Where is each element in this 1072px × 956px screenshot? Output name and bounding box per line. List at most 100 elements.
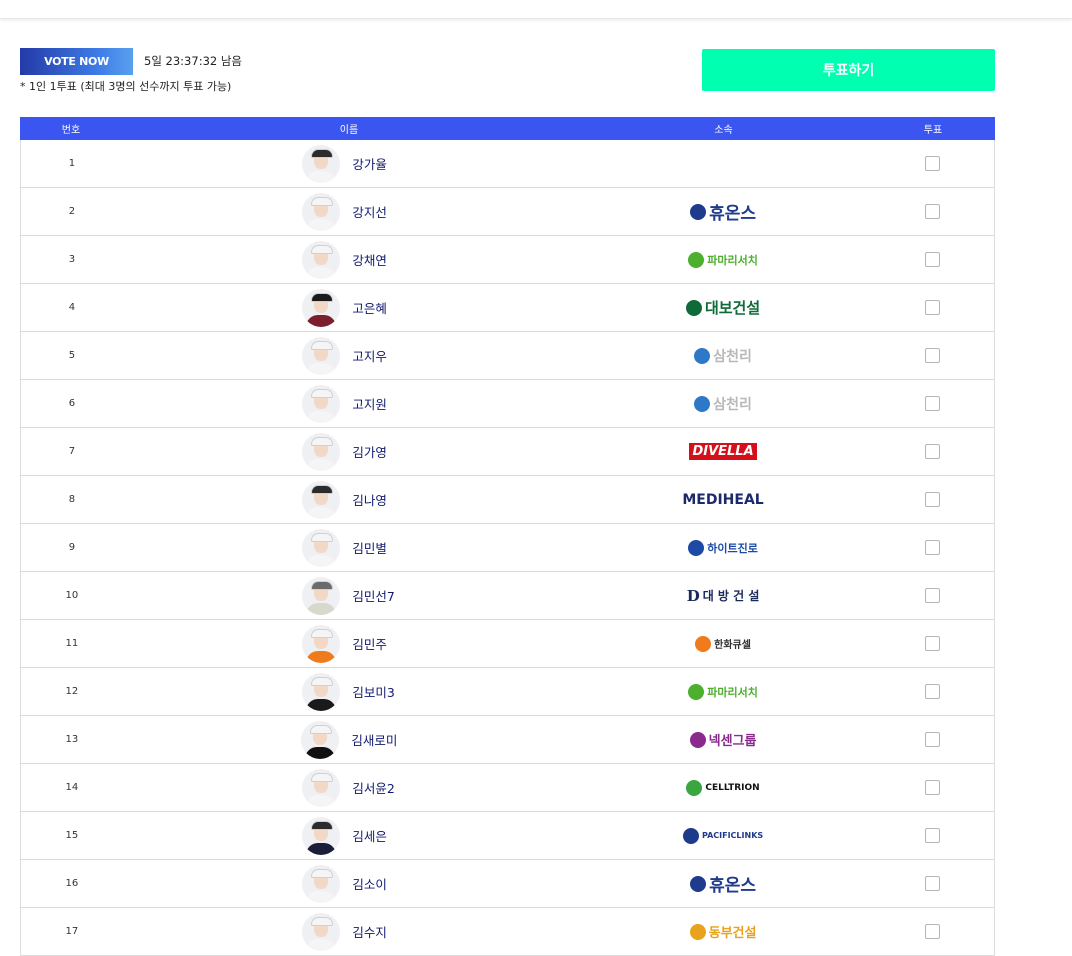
row-number: 8 — [68, 494, 76, 505]
top-bar — [0, 0, 1072, 19]
player-avatar-icon — [302, 144, 341, 183]
vote-checkbox[interactable] — [924, 156, 940, 171]
vote-checkbox[interactable] — [924, 780, 940, 795]
vote-checkbox[interactable] — [924, 828, 940, 843]
sponsor-name: PACIFICLINKS — [701, 831, 764, 840]
player-cell: 고지원 — [123, 384, 576, 423]
sponsor-logo: MEDIHEAL — [682, 492, 763, 508]
row-number: 11 — [65, 638, 79, 649]
vote-checkbox[interactable] — [924, 684, 940, 699]
sponsor-mark-icon — [688, 683, 705, 700]
table-body: 1 강가율 2 강지선 휴온스 3 강채연 파마리서치 4 고은혜 대보건설 5 고지우 삼천리 6 고지원 삼… — [20, 140, 995, 956]
sponsor-logo: 삼천리 — [694, 394, 752, 414]
sponsor-logo: 휴온스 — [690, 871, 756, 896]
player-name[interactable]: 김가영 — [352, 442, 396, 461]
player-name[interactable]: 김소이 — [352, 874, 396, 893]
vote-cell — [870, 396, 994, 411]
vote-cell — [870, 300, 994, 315]
player-avatar-icon — [302, 240, 341, 279]
sponsor-logo: PACIFICLINKS — [682, 827, 764, 844]
vote-checkbox[interactable] — [924, 348, 940, 363]
player-cell: 김서윤2 — [123, 768, 576, 807]
table-row: 17 김수지 동부건설 — [20, 908, 995, 956]
player-name[interactable]: 김나영 — [352, 490, 396, 509]
player-name[interactable]: 강지선 — [352, 202, 396, 221]
player-name[interactable]: 김보미3 — [352, 682, 396, 701]
vote-checkbox[interactable] — [924, 492, 940, 507]
table-header: 번호 이름 소속 투표 — [20, 117, 995, 140]
player-avatar-icon — [302, 624, 341, 663]
vote-checkbox[interactable] — [924, 876, 940, 891]
player-cell: 강가율 — [123, 144, 576, 183]
sponsor-logo: 휴온스 — [690, 199, 756, 224]
player-name[interactable]: 고은혜 — [352, 298, 396, 317]
row-number: 4 — [68, 302, 76, 313]
player-name[interactable]: 김민별 — [352, 538, 396, 557]
sponsor-name: 대 방 건 설 — [702, 589, 760, 603]
vote-checkbox[interactable] — [924, 204, 940, 219]
vote-cell — [870, 636, 994, 651]
vote-checkbox[interactable] — [924, 636, 940, 651]
player-cell: 김새로미 — [123, 720, 576, 759]
sponsor-logo: CELLTRION — [686, 779, 760, 796]
table-row: 13 김새로미 넥센그룹 — [20, 716, 995, 764]
vote-checkbox[interactable] — [924, 588, 940, 603]
affiliation-cell: 동부건설 — [576, 922, 870, 941]
vote-checkbox[interactable] — [924, 444, 940, 459]
player-cell: 김가영 — [123, 432, 576, 471]
affiliation-cell: MEDIHEAL — [576, 492, 870, 508]
player-name[interactable]: 고지원 — [352, 394, 396, 413]
player-name[interactable]: 김민주 — [352, 634, 396, 653]
vote-checkbox[interactable] — [924, 396, 940, 411]
sponsor-name: 휴온스 — [709, 204, 757, 224]
sponsor-letter-icon: D — [686, 586, 700, 605]
affiliation-cell: 파마리서치 — [576, 683, 870, 700]
vote-checkbox[interactable] — [924, 252, 940, 267]
player-cell: 김민선7 — [123, 576, 576, 615]
player-name[interactable]: 김수지 — [352, 922, 396, 941]
vote-checkbox[interactable] — [924, 540, 940, 555]
row-number: 10 — [65, 590, 79, 601]
player-cell: 김수지 — [123, 912, 576, 951]
row-number: 16 — [65, 878, 79, 889]
submit-vote-button[interactable]: 투표하기 — [702, 49, 995, 91]
table-row: 9 김민별 하이트진로 — [20, 524, 995, 572]
row-number: 15 — [65, 830, 79, 841]
sponsor-name: MEDIHEAL — [682, 491, 764, 508]
player-name[interactable]: 김세은 — [352, 826, 396, 845]
player-name[interactable]: 강가율 — [352, 154, 396, 173]
sponsor-mark-icon — [688, 539, 705, 556]
sponsor-logo: 동부건설 — [689, 922, 756, 941]
vote-cell — [870, 828, 994, 843]
player-name[interactable]: 김서윤2 — [352, 778, 396, 797]
player-avatar-icon — [302, 864, 341, 903]
table-row: 8 김나영 MEDIHEAL — [20, 476, 995, 524]
player-avatar-icon — [302, 384, 341, 423]
player-avatar-icon — [302, 336, 341, 375]
sponsor-mark-icon — [689, 731, 706, 748]
vote-checkbox[interactable] — [924, 924, 940, 939]
vote-checkbox[interactable] — [924, 300, 940, 315]
vote-checkbox[interactable] — [924, 732, 940, 747]
row-number: 7 — [68, 446, 76, 457]
row-number: 5 — [68, 350, 76, 361]
player-cell: 김세은 — [123, 816, 576, 855]
player-name[interactable]: 김민선7 — [352, 586, 396, 605]
affiliation-cell: PACIFICLINKS — [576, 827, 870, 844]
vote-cell — [870, 252, 994, 267]
sponsor-name: 넥센그룹 — [708, 734, 757, 749]
player-name[interactable]: 김새로미 — [351, 730, 397, 749]
sponsor-mark-icon — [694, 347, 711, 364]
vote-cell — [870, 588, 994, 603]
player-cell: 김민주 — [123, 624, 576, 663]
player-name[interactable]: 강채연 — [352, 250, 396, 269]
row-number: 6 — [68, 398, 76, 409]
sponsor-name: 한화큐셀 — [714, 640, 751, 651]
sponsor-logo: 넥센그룹 — [689, 730, 757, 749]
sponsor-logo: DIVELLA — [689, 443, 757, 460]
player-avatar-icon — [302, 288, 341, 327]
affiliation-cell: CELLTRION — [576, 779, 870, 796]
player-avatar-icon — [301, 720, 340, 759]
sponsor-mark-icon — [688, 251, 705, 268]
player-name[interactable]: 고지우 — [352, 346, 396, 365]
